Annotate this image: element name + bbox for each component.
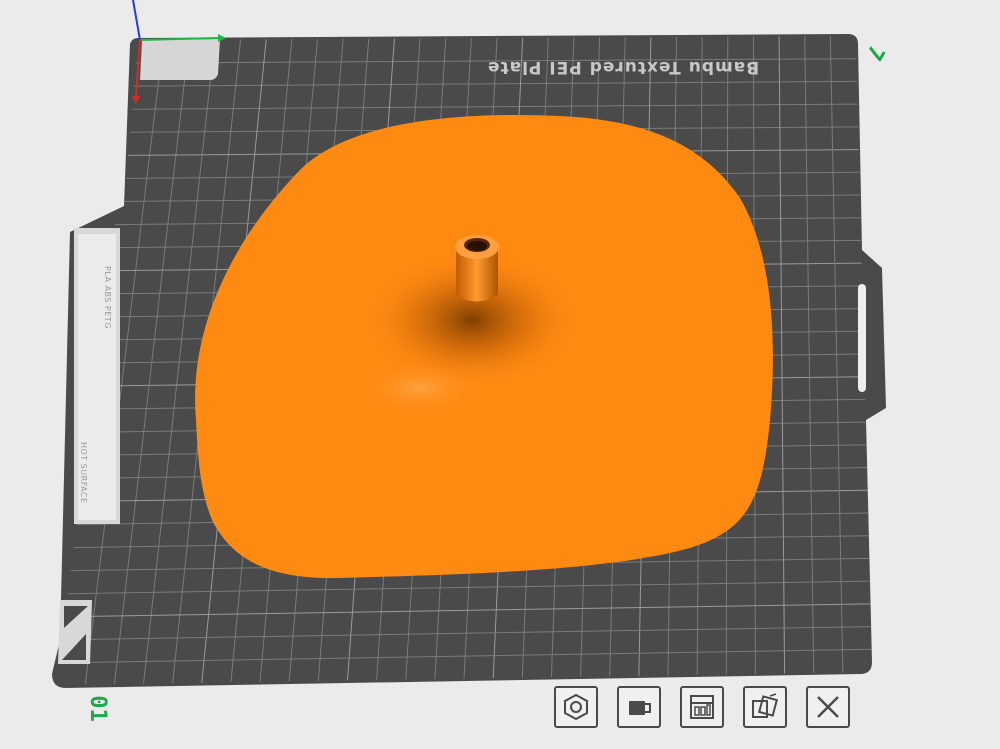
plate-side-strip: PLA ABS PETG HOT SURFACE	[74, 228, 118, 528]
delete-plate-button[interactable]	[806, 686, 850, 728]
model-highlight	[360, 360, 480, 416]
plate-corner-tile	[140, 39, 220, 80]
3d-viewport[interactable]: Bambu Textured PEI Plate 01 7 PLA ABS PE…	[0, 0, 1000, 749]
hot-surface-label: HOT SURFACE	[79, 442, 88, 504]
auto-orient-button[interactable]	[743, 686, 787, 728]
orient-button[interactable]	[554, 686, 598, 728]
arrange-icon	[690, 695, 714, 719]
plate-toolbar	[554, 686, 850, 728]
materials-label: PLA ABS PETG	[103, 266, 112, 329]
model-pillar-hole-inner	[467, 241, 487, 251]
hexagon-icon	[564, 693, 588, 721]
lock-button[interactable]	[617, 686, 661, 728]
close-icon	[817, 696, 839, 718]
lock-plate-icon	[629, 701, 651, 715]
build-plate-scene[interactable]	[0, 0, 1000, 749]
arrange-button[interactable]	[680, 686, 724, 728]
plate-type-label: Bambu Textured PEI Plate	[487, 57, 760, 77]
plate-number[interactable]: 01	[85, 695, 110, 722]
z-axis	[132, 0, 141, 41]
plate-handle	[858, 284, 866, 392]
auto-orient-icon	[752, 693, 779, 718]
